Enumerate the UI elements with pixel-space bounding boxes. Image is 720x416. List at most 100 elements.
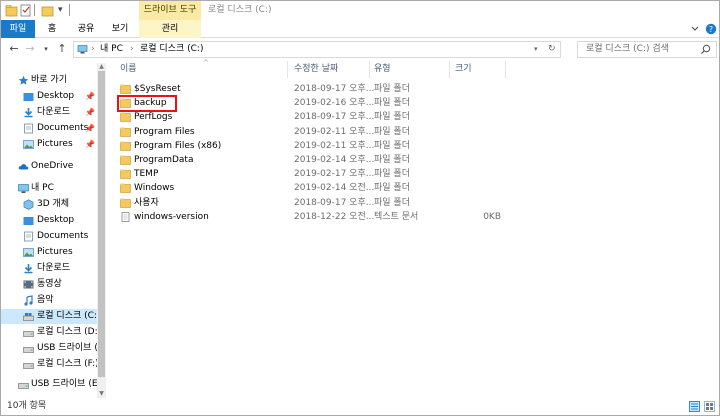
file-type: 파일 폴더 — [374, 126, 410, 137]
tab-view[interactable]: 보기 — [105, 20, 135, 38]
pin-icon: 📌 — [85, 140, 95, 149]
nav-item-desktop[interactable]: Desktop 📌 — [1, 89, 97, 104]
file-type: 파일 폴더 — [374, 84, 410, 94]
file-date-modified: 2018-09-17 오후... — [294, 84, 375, 94]
file-name: Program Files (x86) — [134, 140, 222, 151]
documents-icon — [24, 231, 33, 242]
nav-item-music[interactable]: 음악 — [1, 293, 97, 308]
recent-locations-button[interactable]: ▾ — [39, 42, 53, 56]
nav-item-local-disk-c[interactable]: 로컬 디스크 (C:) — [1, 309, 97, 324]
back-button[interactable]: ← — [7, 42, 21, 56]
file-date-modified: 2019-02-11 오후... — [294, 126, 375, 137]
nav-item-downloads[interactable]: 다운로드 📌 — [1, 105, 97, 120]
file-type: 파일 폴더 — [374, 112, 410, 123]
drive-icon — [23, 331, 34, 337]
breadcrumb-this-pc[interactable]: 내 PC — [100, 42, 123, 57]
folder-icon — [120, 84, 131, 94]
nav-item-usb-drive-e-root[interactable]: USB 드라이브 (E:) — [1, 377, 97, 392]
nav-item-quick-access[interactable]: 바로 가기 — [1, 73, 97, 88]
file-name: Program Files — [134, 126, 195, 137]
tab-share[interactable]: 공유 — [71, 20, 101, 38]
nav-item-documents-pc[interactable]: Documents — [1, 229, 97, 244]
nav-item-3d-objects[interactable]: 3D 개체 — [1, 197, 97, 212]
folder-blue-icon — [23, 217, 34, 225]
breadcrumb-local-disk-c[interactable]: 로컬 디스크 (C:) — [140, 42, 203, 57]
navigation-scrollbar[interactable]: ▲ ▼ — [97, 63, 106, 398]
tab-file[interactable]: 파일 — [1, 20, 35, 38]
table-row[interactable]: TEMP 2019-02-17 오후... 파일 폴더 — [107, 167, 719, 181]
search-input[interactable]: 로컬 디스크 (C:) 검색 — [577, 41, 717, 58]
tab-home[interactable]: 홈 — [41, 20, 63, 38]
file-type: 파일 폴더 — [374, 197, 410, 208]
table-row[interactable]: Program Files (x86) 2019-02-11 오후... 파일 폴더 — [107, 139, 719, 153]
nav-item-documents[interactable]: Documents 📌 — [1, 121, 97, 136]
nav-item-pictures[interactable]: Pictures 📌 — [1, 137, 97, 152]
table-row[interactable]: windows-version 2018-12-22 오전... 텍스트 문서 0KB — [107, 210, 719, 224]
nav-item-usb-drive-e[interactable]: USB 드라이브 (E — [1, 341, 97, 356]
table-row[interactable]: backup 2019-02-16 오후... 파일 폴더 — [107, 96, 719, 110]
up-button[interactable]: ↑ — [55, 42, 69, 56]
nav-item-local-disk-d[interactable]: 로컬 디스크 (D:) — [1, 325, 97, 340]
nav-item-downloads-pc[interactable]: 다운로드 — [1, 261, 97, 276]
column-separator[interactable] — [369, 61, 370, 78]
file-name: PerfLogs — [134, 112, 173, 123]
navigation-pane: 바로 가기 Desktop 📌 다운로드 📌 Documents 📌 Pictu… — [1, 63, 97, 398]
nav-item-videos[interactable]: 동영상 — [1, 277, 97, 292]
scroll-up-icon[interactable]: ▲ — [97, 63, 106, 71]
table-row[interactable]: Program Files 2019-02-11 오후... 파일 폴더 — [107, 125, 719, 139]
search-icon[interactable] — [700, 44, 711, 55]
column-header-size[interactable]: 크기 — [455, 61, 472, 78]
download-icon — [24, 264, 33, 274]
column-header-name[interactable]: 이름 — [120, 61, 137, 78]
sort-ascending-icon: ^ — [203, 59, 209, 67]
table-row[interactable]: 사용자 2018-09-17 오후... 파일 폴더 — [107, 196, 719, 210]
search-placeholder: 로컬 디스크 (C:) 검색 — [586, 44, 669, 54]
video-icon — [23, 280, 34, 289]
refresh-icon[interactable]: ↻ — [548, 42, 556, 57]
window-menu-icon[interactable] — [5, 4, 18, 17]
nav-item-desktop-pc[interactable]: Desktop — [1, 213, 97, 228]
column-separator[interactable] — [287, 61, 288, 78]
details-view-icon — [691, 403, 698, 410]
table-row[interactable]: Windows 2019-02-14 오전... 파일 폴더 — [107, 181, 719, 195]
folder-icon — [120, 183, 131, 194]
window-title: 로컬 디스크 (C:) — [208, 5, 272, 15]
large-icons-view-button[interactable] — [704, 401, 715, 412]
column-header-type[interactable]: 유형 — [374, 61, 391, 78]
forward-button[interactable]: → — [23, 42, 37, 56]
file-size: 0KB — [483, 211, 501, 222]
nav-item-this-pc[interactable]: 내 PC — [1, 181, 97, 196]
column-header-date[interactable]: 수정한 날짜 — [294, 61, 338, 78]
svg-text:?: ? — [709, 25, 713, 34]
address-dropdown-icon[interactable]: ▾ — [534, 42, 538, 57]
table-row[interactable]: ProgramData 2019-02-14 오후... 파일 폴더 — [107, 153, 719, 167]
breadcrumb-separator: › — [130, 44, 134, 54]
file-date-modified: 2018-09-17 오후... — [294, 197, 375, 208]
nav-item-onedrive[interactable]: OneDrive — [1, 159, 97, 174]
column-separator[interactable] — [505, 61, 506, 78]
folder-icon — [120, 198, 131, 208]
details-view-button[interactable] — [689, 401, 700, 412]
nav-item-pictures-pc[interactable]: Pictures — [1, 245, 97, 260]
help-icon[interactable]: ? — [705, 23, 717, 35]
address-bar[interactable]: › 내 PC › 로컬 디스크 (C:) ▾ ↻ — [73, 41, 561, 58]
table-row[interactable]: PerfLogs 2018-09-17 오후... 파일 폴더 — [107, 110, 719, 124]
new-folder-icon[interactable] — [41, 4, 54, 17]
file-type: 파일 폴더 — [374, 155, 410, 165]
status-bar: 10개 항목 — [1, 398, 719, 415]
usb-drive-icon — [18, 383, 29, 389]
star-icon — [18, 75, 29, 85]
table-row[interactable]: $SysReset 2018-09-17 오후... 파일 폴더 — [107, 82, 719, 96]
nav-item-local-disk-f[interactable]: 로컬 디스크 (F:) — [1, 357, 97, 372]
scroll-down-icon[interactable]: ▼ — [97, 390, 106, 398]
scrollbar-thumb[interactable] — [98, 71, 105, 377]
tab-manage[interactable]: 관리 — [139, 20, 201, 38]
column-separator[interactable] — [449, 61, 450, 78]
title-bar: ▾ 드라이브 도구 로컬 디스크 (C:) — [1, 1, 719, 20]
properties-icon[interactable] — [19, 4, 32, 17]
computer-icon — [18, 184, 29, 193]
toolbar-separator — [34, 4, 35, 16]
pictures-icon — [23, 140, 34, 149]
usb-drive-icon — [23, 347, 34, 353]
expand-ribbon-icon[interactable] — [689, 23, 701, 35]
